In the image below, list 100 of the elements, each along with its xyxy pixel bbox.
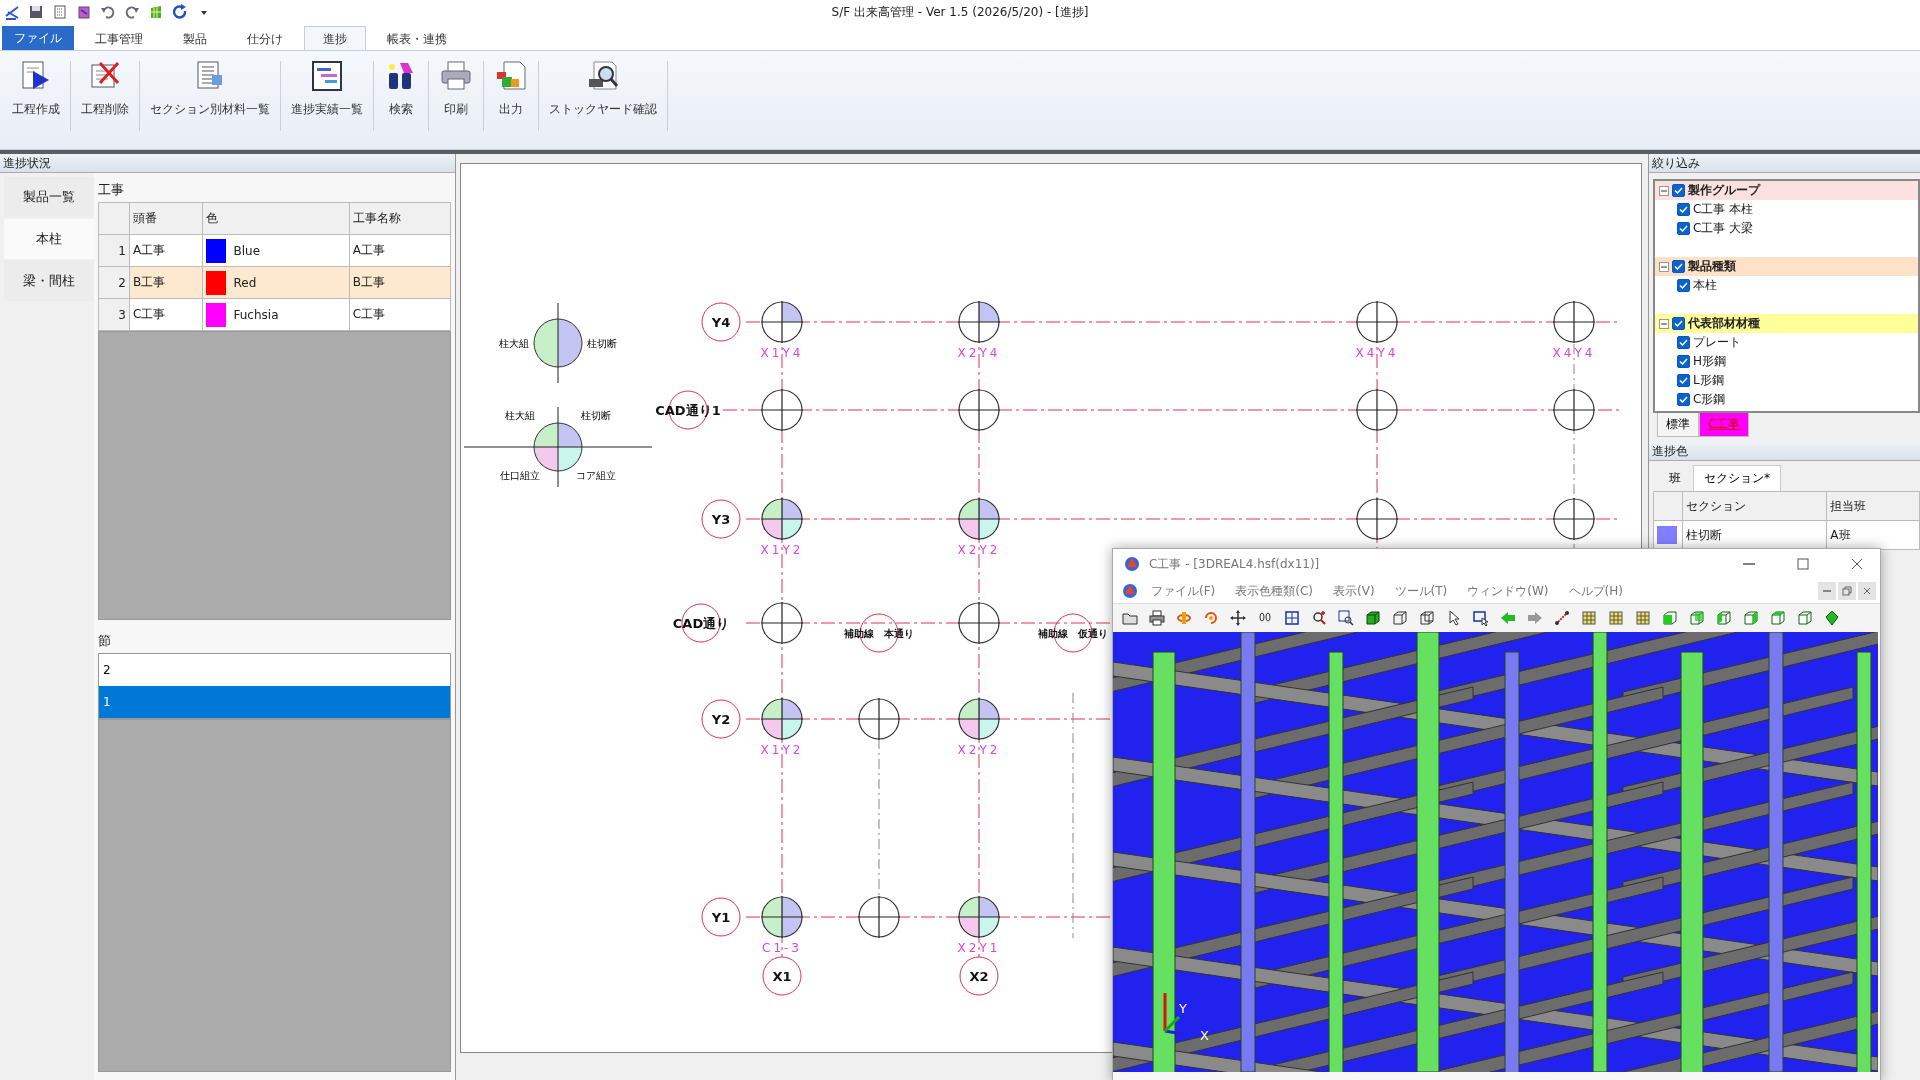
column-mark[interactable]	[957, 697, 1001, 741]
ribbon-tab[interactable]: 製品	[164, 26, 226, 50]
ribbon-tab[interactable]: 帳表・連携	[368, 26, 466, 50]
tree-group-row[interactable]: 製品種類	[1655, 257, 1918, 276]
move-icon[interactable]	[1230, 610, 1246, 626]
menu-item[interactable]: ツール(T)	[1386, 580, 1456, 602]
column-mark[interactable]	[760, 601, 804, 645]
panel-tab[interactable]: 班	[1659, 465, 1691, 491]
column-mark[interactable]	[957, 601, 1001, 645]
menu-item[interactable]: 表示色種類(C)	[1227, 580, 1321, 602]
collapse-icon[interactable]	[1659, 318, 1669, 329]
checkbox[interactable]	[1677, 222, 1690, 235]
cube-right-icon[interactable]	[1743, 610, 1759, 626]
minimize-button[interactable]	[1818, 582, 1836, 600]
undo-icon[interactable]	[100, 4, 116, 20]
column-mark[interactable]	[957, 388, 1001, 432]
ribbon-button[interactable]: 工程削除	[71, 55, 139, 145]
column-mark[interactable]	[857, 697, 901, 741]
cube-front-icon[interactable]	[1662, 610, 1678, 626]
solid-cube-icon[interactable]	[1365, 610, 1381, 626]
spin-icon[interactable]	[1203, 610, 1219, 626]
cube-back-icon[interactable]	[1689, 610, 1705, 626]
checkbox[interactable]	[1677, 203, 1690, 216]
column-mark[interactable]	[760, 697, 804, 741]
collapse-icon[interactable]	[1659, 261, 1669, 272]
ribbon-button[interactable]: 印刷	[429, 55, 483, 145]
ribbon-tab[interactable]: 工事管理	[76, 26, 162, 50]
checkbox[interactable]	[1677, 393, 1690, 406]
menu-item[interactable]: ウィンドウ(W)	[1459, 580, 1557, 602]
column-mark[interactable]	[957, 895, 1001, 939]
column-mark[interactable]	[1552, 497, 1596, 541]
folder-icon[interactable]	[1122, 610, 1138, 626]
list-item[interactable]: 1	[99, 686, 450, 718]
column-mark[interactable]	[1552, 300, 1596, 344]
checkbox[interactable]	[1672, 317, 1685, 330]
refresh-icon[interactable]	[172, 4, 188, 20]
checkbox[interactable]	[1672, 184, 1685, 197]
side-tab[interactable]: 製品一覧	[4, 177, 94, 217]
measure-icon[interactable]	[1554, 610, 1570, 626]
column-mark[interactable]	[760, 497, 804, 541]
hidden-cube-icon[interactable]	[1419, 610, 1435, 626]
column-mark[interactable]	[957, 300, 1001, 344]
checkbox[interactable]	[1677, 336, 1690, 349]
ribbon-button[interactable]: 進捗実績一覧	[281, 55, 373, 145]
collapse-icon[interactable]	[1659, 185, 1669, 196]
grid-icon[interactable]	[148, 4, 164, 20]
tree-group-row[interactable]: 代表部材材種	[1655, 314, 1918, 333]
table-row[interactable]: 2 B工事 Red B工事	[98, 266, 451, 299]
side-tab[interactable]: 梁・間柱	[4, 261, 94, 301]
table-row[interactable]: 1 A工事 Blue A工事	[98, 234, 451, 267]
rotate-icon[interactable]	[1176, 610, 1192, 626]
column-mark[interactable]	[1355, 300, 1399, 344]
column-mark[interactable]	[1355, 497, 1399, 541]
app-logo-icon[interactable]	[4, 4, 20, 20]
menu-item[interactable]: ファイル(F)	[1143, 580, 1224, 602]
column-mark[interactable]	[760, 895, 804, 939]
arrow-right-icon[interactable]	[1527, 610, 1543, 626]
diamond-icon[interactable]	[1824, 610, 1840, 626]
column-mark[interactable]	[1355, 388, 1399, 432]
checkbox[interactable]	[1677, 374, 1690, 387]
column-mark[interactable]	[760, 300, 804, 344]
table-row[interactable]: 3 C工事 Fuchsia C工事	[98, 298, 451, 331]
zoom-in-icon[interactable]	[1311, 610, 1327, 626]
zoom-box-icon[interactable]	[1338, 610, 1354, 626]
side-tab[interactable]: 本柱	[4, 219, 94, 259]
book-icon[interactable]	[76, 4, 92, 20]
checkbox[interactable]	[1672, 260, 1685, 273]
ribbon-tab[interactable]: 仕分け	[228, 26, 302, 50]
file-tab[interactable]: ファイル	[2, 26, 74, 50]
restore-button[interactable]	[1838, 582, 1856, 600]
redo-icon[interactable]	[124, 4, 140, 20]
cube-top-icon[interactable]	[1770, 610, 1786, 626]
column-mark[interactable]	[857, 895, 901, 939]
menu-item[interactable]: 表示(V)	[1325, 580, 1383, 602]
wire-cube-icon[interactable]	[1392, 610, 1408, 626]
ribbon-button[interactable]: 出力	[484, 55, 538, 145]
column-mark[interactable]	[1552, 388, 1596, 432]
filter-tab[interactable]: 標準	[1657, 413, 1699, 437]
menu-item[interactable]: ヘルプ(H)	[1560, 580, 1631, 602]
select-box-icon[interactable]	[1473, 610, 1489, 626]
save-icon[interactable]	[28, 4, 44, 20]
ribbon-tab[interactable]: 進捗	[304, 26, 366, 50]
ribbon-button[interactable]: 工程作成	[2, 55, 70, 145]
ribbon-button[interactable]: セクション別材料一覧	[140, 55, 280, 145]
checkbox[interactable]	[1677, 355, 1690, 368]
pointer-icon[interactable]	[1446, 610, 1462, 626]
column-mark[interactable]	[957, 497, 1001, 541]
column-mark[interactable]	[760, 388, 804, 432]
ribbon-button[interactable]: ストックヤード確認	[539, 55, 667, 145]
tree-group-row[interactable]: 製作グループ	[1655, 181, 1918, 200]
cube-left-icon[interactable]	[1716, 610, 1732, 626]
checkbox[interactable]	[1677, 279, 1690, 292]
fit-icon[interactable]	[1284, 610, 1300, 626]
close-button[interactable]	[1858, 582, 1876, 600]
printer-icon[interactable]	[1149, 610, 1165, 626]
cube-bottom-icon[interactable]	[1797, 610, 1813, 626]
3d-steel-frame-drawing[interactable]	[1113, 632, 1878, 1072]
ribbon-button[interactable]: 検索	[374, 55, 428, 145]
app-logo-icon[interactable]	[1121, 582, 1139, 600]
panel-tab[interactable]: セクション*	[1693, 465, 1781, 491]
